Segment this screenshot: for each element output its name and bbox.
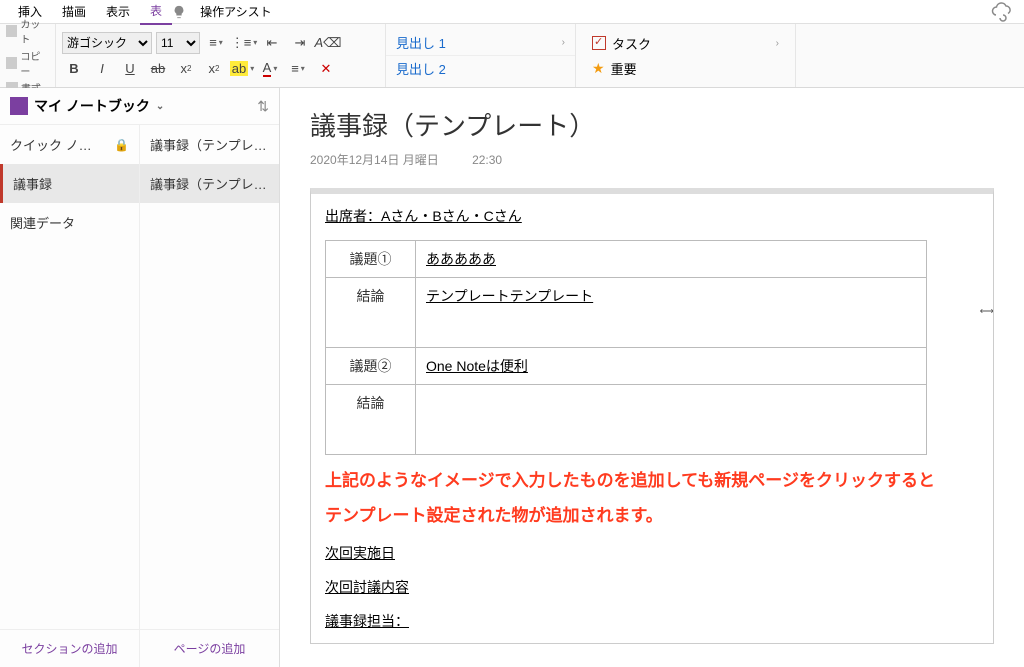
next-topic-line[interactable]: 次回討議内容 [325, 577, 979, 597]
page-item[interactable]: 議事録（テンプレ… [140, 164, 279, 203]
tag-important[interactable]: ★重要 [582, 56, 789, 81]
pages-list: 議事録（テンプレ… 議事録（テンプレ… [140, 125, 279, 629]
section-item[interactable]: 関連データ [0, 203, 139, 242]
page-item[interactable]: 議事録（テンプレ… [140, 125, 279, 164]
table-cell[interactable]: 結論 [326, 385, 416, 455]
table-cell[interactable]: テンプレートテンプレート [416, 278, 927, 348]
clear-format-button[interactable]: A⌫ [316, 32, 340, 54]
next-date-line[interactable]: 次回実施日 [325, 543, 979, 563]
star-icon: ★ [592, 60, 605, 77]
page-meta: 2020年12月14日 月曜日 22:30 [310, 151, 994, 168]
notebook-header[interactable]: マイ ノートブック ⌄ ⇅ [0, 88, 279, 125]
tab-view[interactable]: 表示 [96, 0, 140, 24]
chevron-down-icon: ⌄ [156, 101, 164, 112]
highlight-button[interactable]: ab [230, 58, 254, 80]
underline-button[interactable]: U [118, 58, 142, 80]
attendees-line[interactable]: 出席者：Aさん・Bさん・Cさん [325, 206, 979, 226]
bullets-button[interactable]: ≡ [204, 32, 228, 54]
menu-tabs: 挿入 描画 表示 表 操作アシスト [0, 0, 1024, 24]
chevron-right-icon: › [776, 38, 779, 49]
numbering-button[interactable]: ⋮≡ [232, 32, 256, 54]
section-item[interactable]: クイック ノ…🔒 [0, 125, 139, 164]
sort-icon[interactable]: ⇅ [257, 98, 269, 115]
font-color-button[interactable]: A [258, 58, 282, 80]
page-time: 22:30 [472, 153, 502, 167]
formatting-group: 游ゴシック 11 ≡ ⋮≡ ⇤ ⇥ A⌫ B I U ab x2 x2 ab A… [56, 24, 386, 87]
cut-button[interactable]: カット [6, 15, 49, 47]
style-heading2[interactable]: 見出し 2 [386, 56, 575, 81]
tag-task[interactable]: タスク› [582, 31, 789, 56]
sections-list: クイック ノ…🔒 議事録 関連データ [0, 125, 140, 629]
strike-button[interactable]: ab [146, 58, 170, 80]
annotation-text: テンプレート設定された物が追加されます。 [325, 502, 979, 529]
add-row: セクションの追加 ページの追加 [0, 629, 279, 667]
notebook-icon [10, 97, 28, 115]
page-title[interactable]: 議事録（テンプレート） [310, 106, 994, 143]
subscript-button[interactable]: x2 [174, 58, 198, 80]
sidebar: マイ ノートブック ⌄ ⇅ クイック ノ…🔒 議事録 関連データ 議事録（テンプ… [0, 88, 280, 667]
add-section-button[interactable]: セクションの追加 [0, 630, 140, 667]
page-date: 2020年12月14日 月曜日 [310, 153, 439, 167]
copy-button[interactable]: コピー [6, 47, 49, 79]
annotation-text: 上記のようなイメージで入力したものを追加しても新規ページをクリックすると [325, 467, 979, 494]
tab-draw[interactable]: 描画 [52, 0, 96, 24]
copy-icon [6, 57, 17, 69]
delete-button[interactable]: ✕ [314, 58, 338, 80]
recorder-line[interactable]: 議事録担当： [325, 611, 979, 631]
tags-group: タスク› ★重要 [576, 24, 796, 87]
section-item[interactable]: 議事録 [0, 164, 139, 203]
note-container[interactable]: 出席者：Aさん・Bさん・Cさん 議題①あああああ 結論テンプレートテンプレート … [310, 188, 994, 644]
add-page-button[interactable]: ページの追加 [140, 630, 279, 667]
table-cell[interactable]: 議題① [326, 241, 416, 278]
main-area: マイ ノートブック ⌄ ⇅ クイック ノ…🔒 議事録 関連データ 議事録（テンプ… [0, 88, 1024, 667]
superscript-button[interactable]: x2 [202, 58, 226, 80]
bold-button[interactable]: B [62, 58, 86, 80]
tab-table[interactable]: 表 [140, 0, 172, 25]
table-cell[interactable]: 結論 [326, 278, 416, 348]
lock-icon: 🔒 [114, 138, 129, 152]
indent-button[interactable]: ⇥ [288, 32, 312, 54]
cloud-sync-icon[interactable] [990, 0, 1014, 24]
chevron-right-icon: › [562, 37, 565, 48]
table-cell[interactable]: あああああ [416, 241, 927, 278]
style-heading1[interactable]: 見出し 1› [386, 30, 575, 56]
table-cell[interactable]: One Noteは便利 [416, 348, 927, 385]
page-content[interactable]: 議事録（テンプレート） 2020年12月14日 月曜日 22:30 ⟷ 出席者：… [280, 88, 1024, 667]
italic-button[interactable]: I [90, 58, 114, 80]
agenda-table[interactable]: 議題①あああああ 結論テンプレートテンプレート 議題②One Noteは便利 結… [325, 240, 927, 455]
tab-assist[interactable]: 操作アシスト [190, 0, 282, 24]
notebook-title: マイ ノートブック [34, 96, 150, 116]
clipboard-group: カット コピー 書式 [0, 24, 56, 87]
table-cell[interactable] [416, 385, 927, 455]
table-cell[interactable]: 議題② [326, 348, 416, 385]
lightbulb-icon [172, 5, 186, 19]
font-name-select[interactable]: 游ゴシック [62, 32, 152, 54]
checkbox-icon [592, 36, 606, 50]
font-size-select[interactable]: 11 [156, 32, 200, 54]
styles-group: 見出し 1› 見出し 2 [386, 24, 576, 87]
scissors-icon [6, 25, 17, 37]
align-button[interactable]: ≡ [286, 58, 310, 80]
outdent-button[interactable]: ⇤ [260, 32, 284, 54]
ribbon: カット コピー 書式 游ゴシック 11 ≡ ⋮≡ ⇤ ⇥ A⌫ B I U ab… [0, 24, 1024, 88]
